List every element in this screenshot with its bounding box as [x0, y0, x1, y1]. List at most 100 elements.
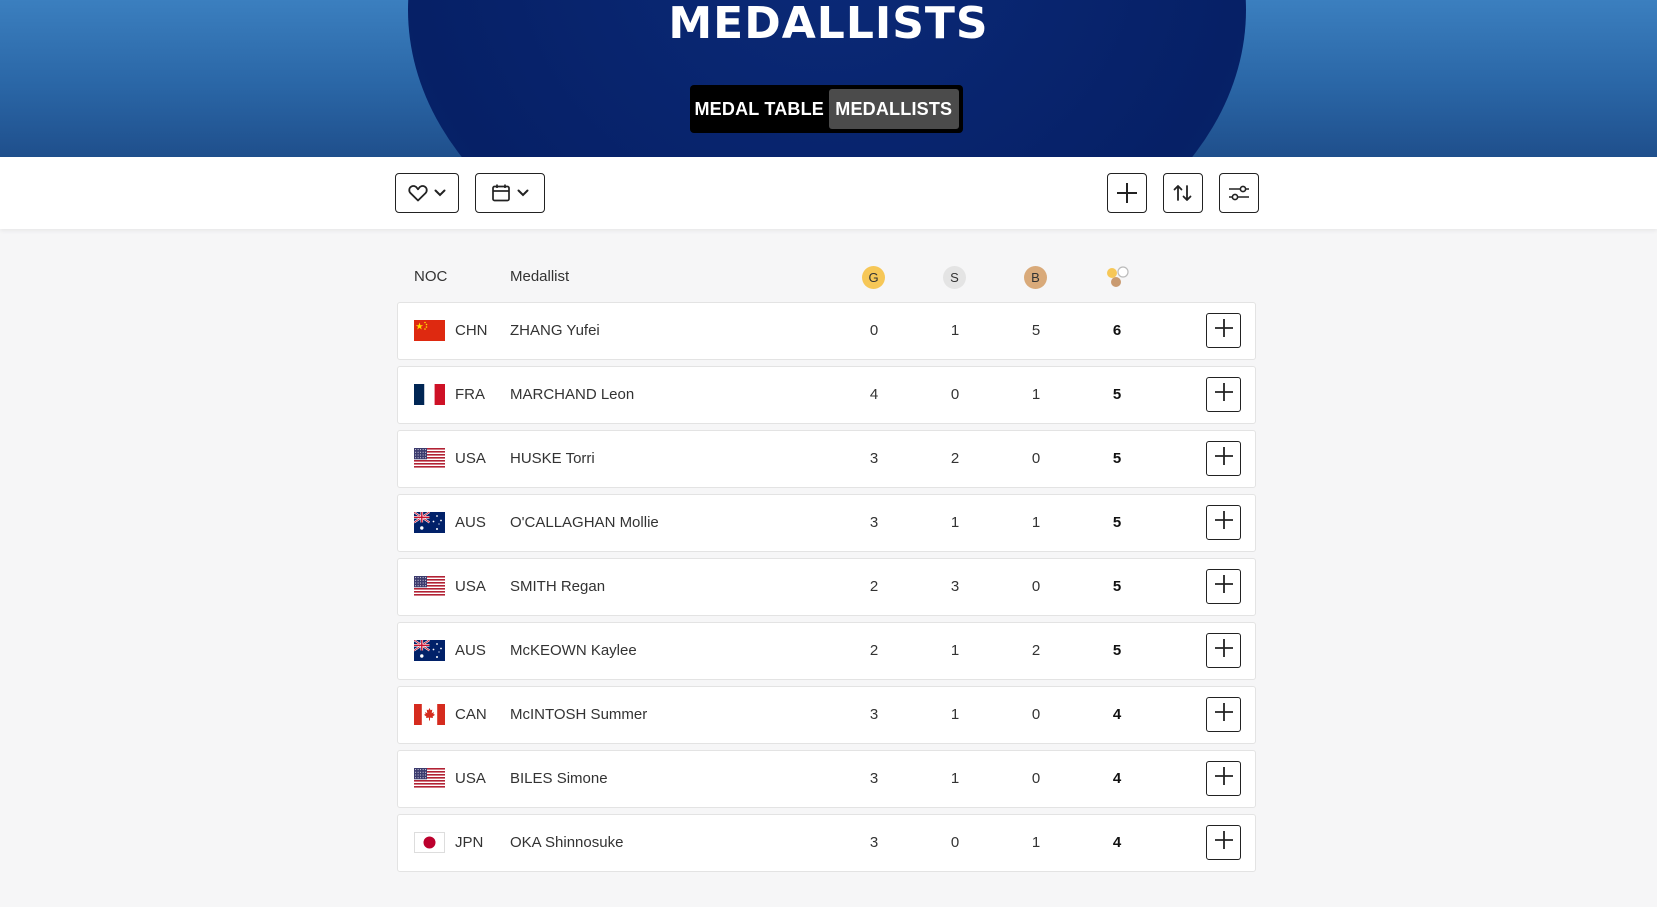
- medallist-name[interactable]: MARCHAND Leon: [510, 367, 634, 423]
- plus-icon: [1213, 445, 1235, 472]
- table-row[interactable]: AUS McKEOWN Kaylee 2 1 2 5: [397, 622, 1256, 680]
- table-row[interactable]: USA BILES Simone 3 1 0 4: [397, 750, 1256, 808]
- view-tab-switch: MEDAL TABLE MEDALLISTS: [690, 85, 963, 133]
- bronze-count: 0: [1031, 706, 1041, 723]
- header-gold[interactable]: G: [862, 266, 885, 289]
- header-silver[interactable]: S: [943, 266, 966, 289]
- total-count: 6: [1112, 322, 1122, 339]
- expand-row-button[interactable]: [1206, 313, 1241, 348]
- header-noc: NOC: [414, 268, 448, 285]
- silver-count: 0: [950, 834, 960, 851]
- plus-icon: [1213, 765, 1235, 792]
- flag-chn-icon: [414, 320, 445, 341]
- table-row[interactable]: AUS O'CALLAGHAN Mollie 3 1 1 5: [397, 494, 1256, 552]
- expand-row-button[interactable]: [1206, 761, 1241, 796]
- table-row[interactable]: CAN McINTOSH Summer 3 1 0 4: [397, 686, 1256, 744]
- medallist-name[interactable]: SMITH Regan: [510, 559, 605, 615]
- silver-count: 1: [950, 514, 960, 531]
- total-count: 5: [1112, 450, 1122, 467]
- bronze-count: 1: [1031, 834, 1041, 851]
- medallist-name[interactable]: McKEOWN Kaylee: [510, 623, 637, 679]
- favourites-dropdown-button[interactable]: [395, 173, 459, 213]
- table-row[interactable]: USA HUSKE Torri 3 2 0 5: [397, 430, 1256, 488]
- table-row[interactable]: JPN OKA Shinnosuke 3 0 1 4: [397, 814, 1256, 872]
- noc-code: FRA: [455, 386, 485, 403]
- noc-code: CHN: [455, 322, 488, 339]
- total-count: 4: [1112, 706, 1122, 723]
- medallist-name[interactable]: ZHANG Yufei: [510, 303, 600, 359]
- noc-code: USA: [455, 770, 486, 787]
- expand-all-button[interactable]: [1107, 173, 1147, 213]
- total-count: 5: [1112, 578, 1122, 595]
- noc-code: AUS: [455, 514, 486, 531]
- gold-count: 3: [869, 706, 879, 723]
- total-count: 4: [1112, 834, 1122, 851]
- flag-usa-icon: [414, 448, 445, 469]
- expand-row-button[interactable]: [1206, 569, 1241, 604]
- sort-button[interactable]: [1163, 173, 1203, 213]
- expand-row-button[interactable]: [1206, 633, 1241, 668]
- medallist-name[interactable]: HUSKE Torri: [510, 431, 595, 487]
- plus-icon: [1115, 181, 1139, 205]
- silver-count: 1: [950, 706, 960, 723]
- noc-code: CAN: [455, 706, 487, 723]
- gold-count: 3: [869, 834, 879, 851]
- medallist-name[interactable]: O'CALLAGHAN Mollie: [510, 495, 659, 551]
- flag-aus-icon: [414, 512, 445, 533]
- medallist-name[interactable]: McINTOSH Summer: [510, 687, 647, 743]
- flag-aus-icon: [414, 640, 445, 661]
- silver-count: 1: [950, 322, 960, 339]
- filter-toolbar: [0, 157, 1657, 229]
- bronze-count: 0: [1031, 578, 1041, 595]
- total-medals-icon[interactable]: [1104, 264, 1130, 294]
- noc-code: USA: [455, 450, 486, 467]
- plus-icon: [1213, 573, 1235, 600]
- expand-row-button[interactable]: [1206, 505, 1241, 540]
- noc-code: AUS: [455, 642, 486, 659]
- plus-icon: [1213, 317, 1235, 344]
- header-bronze[interactable]: B: [1024, 266, 1047, 289]
- filter-button[interactable]: [1219, 173, 1259, 213]
- gold-count: 4: [869, 386, 879, 403]
- flag-usa-icon: [414, 768, 445, 789]
- silver-count: 1: [950, 770, 960, 787]
- chevron-down-icon: [434, 189, 446, 197]
- total-count: 5: [1112, 514, 1122, 531]
- table-row[interactable]: CHN ZHANG Yufei 0 1 5 6: [397, 302, 1256, 360]
- flag-usa-icon: [414, 576, 445, 597]
- silver-count: 2: [950, 450, 960, 467]
- heart-icon: [408, 184, 428, 202]
- bronze-count: 1: [1031, 514, 1041, 531]
- total-count: 4: [1112, 770, 1122, 787]
- tab-medallists[interactable]: MEDALLISTS: [828, 89, 959, 129]
- header-medallist: Medallist: [510, 268, 570, 285]
- total-count: 5: [1112, 386, 1122, 403]
- table-row[interactable]: USA SMITH Regan 2 3 0 5: [397, 558, 1256, 616]
- gold-count: 2: [869, 578, 879, 595]
- gold-count: 3: [869, 450, 879, 467]
- plus-icon: [1213, 381, 1235, 408]
- chevron-down-icon: [517, 189, 529, 197]
- flag-jpn-icon: [414, 832, 445, 853]
- gold-count: 2: [869, 642, 879, 659]
- filter-sliders-icon: [1228, 184, 1250, 202]
- tab-medal-table[interactable]: MEDAL TABLE: [694, 89, 825, 129]
- expand-row-button[interactable]: [1206, 441, 1241, 476]
- bronze-count: 5: [1031, 322, 1041, 339]
- expand-row-button[interactable]: [1206, 825, 1241, 860]
- bronze-count: 2: [1031, 642, 1041, 659]
- medallist-name[interactable]: BILES Simone: [510, 751, 608, 807]
- plus-icon: [1213, 637, 1235, 664]
- table-row[interactable]: FRA MARCHAND Leon 4 0 1 5: [397, 366, 1256, 424]
- gold-count: 3: [869, 514, 879, 531]
- medallist-name[interactable]: OKA Shinnosuke: [510, 815, 623, 871]
- noc-code: JPN: [455, 834, 484, 851]
- calendar-icon: [491, 183, 511, 203]
- silver-count: 1: [950, 642, 960, 659]
- sort-icon: [1172, 183, 1194, 203]
- expand-row-button[interactable]: [1206, 697, 1241, 732]
- expand-row-button[interactable]: [1206, 377, 1241, 412]
- date-dropdown-button[interactable]: [475, 173, 545, 213]
- noc-code: USA: [455, 578, 486, 595]
- bronze-count: 0: [1031, 770, 1041, 787]
